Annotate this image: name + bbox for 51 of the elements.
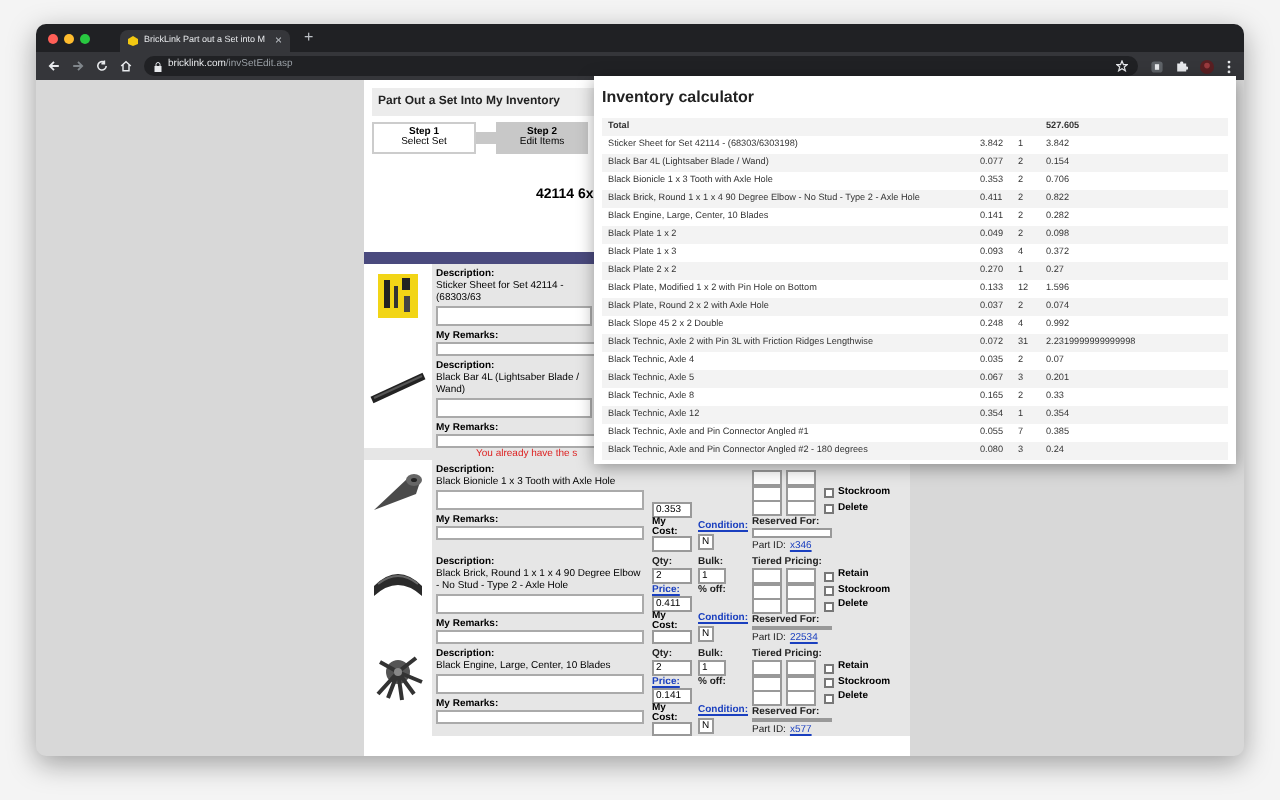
tier-field[interactable]: [752, 690, 782, 706]
tier-field[interactable]: [786, 660, 816, 676]
minimize-window-button[interactable]: [64, 33, 74, 43]
lock-icon: [154, 61, 162, 71]
popup-title: Inventory calculator: [602, 86, 757, 110]
my-cost-field[interactable]: [652, 630, 692, 644]
tier-field[interactable]: [752, 470, 782, 487]
description-box[interactable]: [436, 674, 644, 694]
bookmark-star-icon[interactable]: [1116, 60, 1128, 72]
tier-field[interactable]: [752, 598, 782, 614]
tier-field[interactable]: [752, 500, 782, 517]
tier-field[interactable]: [752, 660, 782, 676]
reserved-for-field[interactable]: [752, 527, 832, 538]
checkbox[interactable]: [824, 693, 834, 703]
remarks-field[interactable]: [436, 710, 644, 724]
description-box[interactable]: [436, 490, 644, 510]
tier-field[interactable]: [752, 568, 782, 584]
forward-icon[interactable]: [72, 60, 84, 72]
tier-field[interactable]: [786, 568, 816, 584]
checkbox[interactable]: [824, 571, 834, 581]
favicon-icon: [128, 36, 138, 46]
checkbox[interactable]: [824, 586, 834, 596]
tier-field[interactable]: [786, 598, 816, 614]
my-cost-field[interactable]: [652, 722, 692, 736]
reserved-for-field[interactable]: [752, 625, 832, 630]
tier-field[interactable]: [786, 500, 816, 517]
checkbox[interactable]: [824, 663, 834, 673]
reload-icon[interactable]: [96, 60, 108, 72]
checkbox[interactable]: [824, 601, 834, 611]
close-window-button[interactable]: [48, 33, 58, 43]
description-box[interactable]: [436, 594, 644, 614]
maximize-window-button[interactable]: [80, 33, 90, 43]
remarks-field[interactable]: [436, 630, 644, 644]
step-connector: [476, 132, 496, 144]
home-icon[interactable]: [120, 60, 132, 72]
reserved-for-field[interactable]: [752, 717, 832, 722]
new-tab-button[interactable]: +: [304, 30, 314, 46]
tier-field[interactable]: [786, 690, 816, 706]
remarks-field[interactable]: [436, 526, 644, 540]
description-box[interactable]: [436, 398, 592, 418]
back-icon[interactable]: [48, 60, 60, 72]
checkbox[interactable]: [824, 678, 834, 688]
extension-icon[interactable]: [1150, 59, 1164, 73]
tier-field[interactable]: [786, 470, 816, 487]
checkbox[interactable]: [824, 488, 834, 499]
my-cost-field[interactable]: [652, 536, 692, 552]
puzzle-icon[interactable]: [1176, 60, 1188, 72]
menu-icon[interactable]: [1226, 59, 1232, 73]
profile-avatar-icon[interactable]: [1200, 59, 1214, 73]
checkbox[interactable]: [824, 503, 834, 514]
description-box[interactable]: [436, 306, 592, 326]
